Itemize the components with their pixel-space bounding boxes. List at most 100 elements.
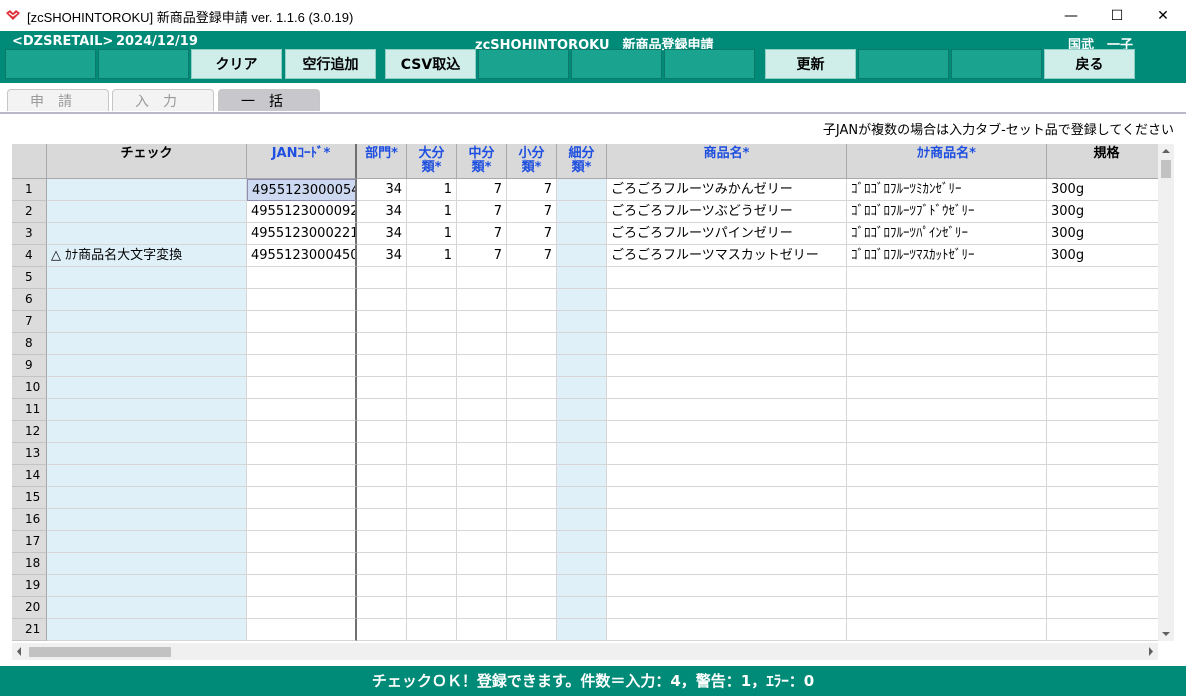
cell-department[interactable] — [357, 399, 407, 421]
row-number[interactable]: 9 — [12, 355, 47, 377]
cell-jan-code[interactable] — [247, 531, 357, 553]
cell-minor-class[interactable] — [507, 553, 557, 575]
table-row[interactable]: 17 — [12, 531, 1158, 553]
cell-product-name[interactable] — [607, 355, 847, 377]
column-header-department[interactable]: 部門* — [357, 144, 407, 179]
row-number[interactable]: 16 — [12, 509, 47, 531]
row-number[interactable]: 19 — [12, 575, 47, 597]
column-header-jan-code[interactable]: JANｺｰﾄﾞ* — [247, 144, 357, 179]
table-row[interactable]: 16 — [12, 509, 1158, 531]
cell-check[interactable] — [47, 575, 247, 597]
cell-kana-product-name[interactable]: ｺﾞﾛｺﾞﾛﾌﾙｰﾂﾏｽｶｯﾄｾﾞﾘｰ — [847, 245, 1047, 267]
cell-check[interactable] — [47, 201, 247, 223]
cell-product-name[interactable] — [607, 465, 847, 487]
cell-major-class[interactable] — [407, 399, 457, 421]
cell-product-name[interactable] — [607, 289, 847, 311]
cell-department[interactable] — [357, 267, 407, 289]
cell-department[interactable]: 34 — [357, 223, 407, 245]
cell-product-name[interactable] — [607, 487, 847, 509]
cell-department[interactable] — [357, 289, 407, 311]
cell-detail-class[interactable] — [557, 333, 607, 355]
cell-jan-code[interactable] — [247, 333, 357, 355]
cell-check[interactable] — [47, 553, 247, 575]
cell-middle-class[interactable] — [457, 399, 507, 421]
cell-spec[interactable]: 300g — [1047, 245, 1158, 267]
cell-kana-product-name[interactable] — [847, 597, 1047, 619]
cell-spec[interactable] — [1047, 355, 1158, 377]
cell-detail-class[interactable] — [557, 245, 607, 267]
cell-middle-class[interactable] — [457, 619, 507, 641]
cell-department[interactable]: 34 — [357, 245, 407, 267]
vertical-scrollbar[interactable] — [1158, 144, 1174, 641]
cell-department[interactable] — [357, 509, 407, 531]
cell-kana-product-name[interactable]: ｺﾞﾛｺﾞﾛﾌﾙｰﾂﾌﾞﾄﾞｳｾﾞﾘｰ — [847, 201, 1047, 223]
cell-spec[interactable] — [1047, 311, 1158, 333]
cell-jan-code[interactable] — [247, 399, 357, 421]
cell-detail-class[interactable] — [557, 619, 607, 641]
cell-product-name[interactable]: ごろごろフルーツみかんゼリー — [607, 179, 847, 201]
cell-minor-class[interactable] — [507, 619, 557, 641]
cell-spec[interactable] — [1047, 421, 1158, 443]
cell-department[interactable] — [357, 487, 407, 509]
table-row[interactable]: 15 — [12, 487, 1158, 509]
column-header-middle-class[interactable]: 中分 類* — [457, 144, 507, 179]
cell-spec[interactable] — [1047, 465, 1158, 487]
cell-kana-product-name[interactable] — [847, 575, 1047, 597]
column-header-check[interactable]: チェック — [47, 144, 247, 179]
cell-detail-class[interactable] — [557, 465, 607, 487]
scroll-right-icon[interactable] — [1144, 643, 1158, 660]
vertical-scroll-thumb[interactable] — [1161, 160, 1171, 178]
cell-detail-class[interactable] — [557, 443, 607, 465]
cell-product-name[interactable] — [607, 399, 847, 421]
column-header-product-name[interactable]: 商品名* — [607, 144, 847, 179]
table-row[interactable]: 9 — [12, 355, 1158, 377]
table-row[interactable]: 8 — [12, 333, 1158, 355]
cell-kana-product-name[interactable]: ｺﾞﾛｺﾞﾛﾌﾙｰﾂﾊﾟｲﾝｾﾞﾘｰ — [847, 223, 1047, 245]
cell-check[interactable] — [47, 399, 247, 421]
cell-department[interactable] — [357, 443, 407, 465]
cell-product-name[interactable]: ごろごろフルーツぶどうゼリー — [607, 201, 847, 223]
row-number[interactable]: 17 — [12, 531, 47, 553]
cell-check[interactable] — [47, 267, 247, 289]
maximize-button[interactable]: ☐ — [1094, 0, 1140, 31]
cell-jan-code[interactable] — [247, 377, 357, 399]
cell-minor-class[interactable] — [507, 421, 557, 443]
minimize-button[interactable]: — — [1048, 0, 1094, 31]
cell-product-name[interactable] — [607, 553, 847, 575]
horizontal-scrollbar[interactable] — [12, 643, 1158, 660]
cell-spec[interactable] — [1047, 443, 1158, 465]
tab-input[interactable]: 入力 — [112, 89, 214, 111]
row-number[interactable]: 15 — [12, 487, 47, 509]
cell-check[interactable] — [47, 619, 247, 641]
cell-product-name[interactable] — [607, 619, 847, 641]
row-number[interactable]: 10 — [12, 377, 47, 399]
clear-button[interactable]: クリア — [191, 49, 282, 79]
cell-major-class[interactable] — [407, 377, 457, 399]
cell-detail-class[interactable] — [557, 575, 607, 597]
cell-middle-class[interactable] — [457, 509, 507, 531]
cell-major-class[interactable] — [407, 553, 457, 575]
row-number[interactable]: 20 — [12, 597, 47, 619]
cell-major-class[interactable]: 1 — [407, 179, 457, 201]
cell-major-class[interactable] — [407, 531, 457, 553]
cell-spec[interactable]: 300g — [1047, 179, 1158, 201]
cell-detail-class[interactable] — [557, 553, 607, 575]
cell-check[interactable] — [47, 377, 247, 399]
cell-major-class[interactable] — [407, 355, 457, 377]
cell-kana-product-name[interactable] — [847, 355, 1047, 377]
cell-middle-class[interactable] — [457, 597, 507, 619]
scroll-left-icon[interactable] — [12, 643, 26, 660]
cell-check[interactable] — [47, 179, 247, 201]
table-row[interactable]: 11 — [12, 399, 1158, 421]
table-row[interactable]: 18 — [12, 553, 1158, 575]
cell-jan-code[interactable] — [247, 311, 357, 333]
cell-major-class[interactable] — [407, 597, 457, 619]
back-button[interactable]: 戻る — [1044, 49, 1135, 79]
cell-department[interactable] — [357, 355, 407, 377]
cell-major-class[interactable] — [407, 619, 457, 641]
column-header-detail-class[interactable]: 細分 類* — [557, 144, 607, 179]
cell-product-name[interactable] — [607, 311, 847, 333]
table-row[interactable]: 13 — [12, 443, 1158, 465]
cell-kana-product-name[interactable] — [847, 531, 1047, 553]
cell-detail-class[interactable] — [557, 179, 607, 201]
